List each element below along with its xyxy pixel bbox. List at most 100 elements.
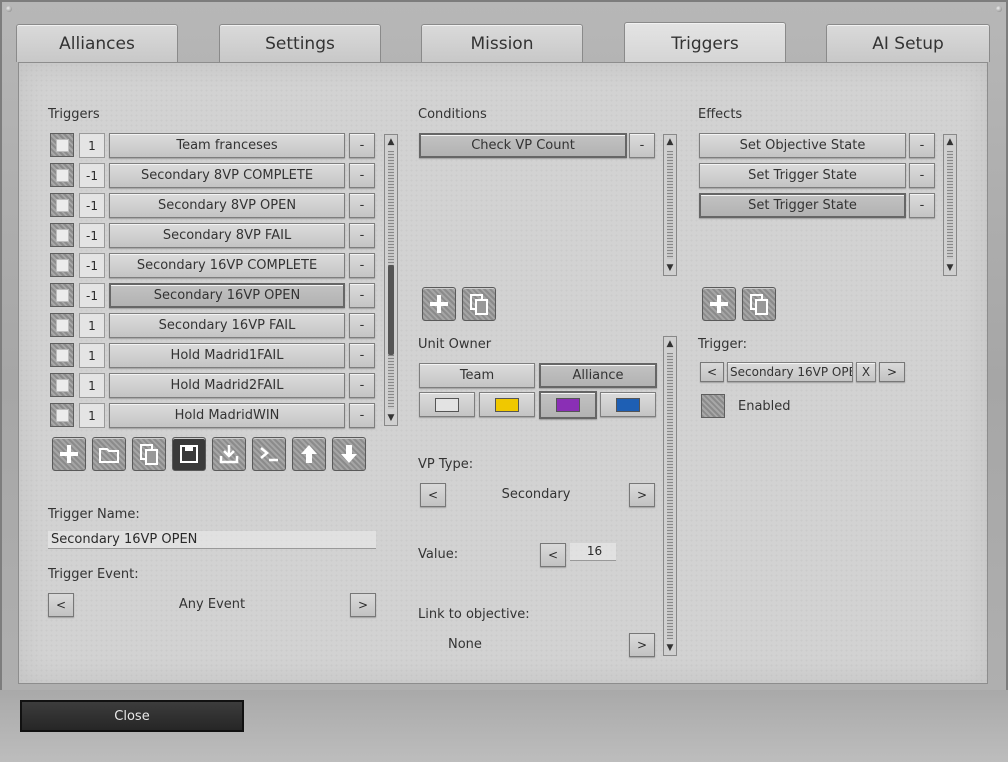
copy-effect-button[interactable] [742,287,776,321]
trigger-event-next-button[interactable]: > [350,593,376,617]
scroll-up-icon[interactable]: ▲ [385,136,397,148]
owner-team-button[interactable]: Team [419,363,535,388]
color-swatch-button[interactable] [539,391,597,419]
effect-trigger-prev-button[interactable]: < [700,362,724,382]
remove-effect-button[interactable]: - [909,193,935,218]
effect-item[interactable]: Set Objective State [699,133,906,158]
remove-condition-button[interactable]: - [629,133,655,158]
trigger-list-item[interactable]: Hold Madrid1FAIL [109,343,345,368]
value-decrease-button[interactable]: < [540,543,566,567]
save-trigger-button[interactable] [172,437,206,471]
trigger-checkbox[interactable] [50,373,74,397]
move-up-button[interactable] [292,437,326,471]
scroll-down-icon[interactable]: ▼ [664,642,676,654]
vp-type-prev-button[interactable]: < [420,483,446,507]
trigger-checkbox[interactable] [50,313,74,337]
effect-trigger-next-button[interactable]: > [879,362,905,382]
vp-type-next-button[interactable]: > [629,483,655,507]
trigger-checkbox[interactable] [50,343,74,367]
trigger-order-number[interactable]: 1 [79,373,105,398]
effect-item[interactable]: Set Trigger State [699,193,906,218]
close-button[interactable]: Close [20,700,244,732]
download-icon [219,445,239,464]
effects-scrollbar[interactable]: ▲ ▼ [943,134,957,276]
remove-effect-button[interactable]: - [909,133,935,158]
import-trigger-button[interactable] [212,437,246,471]
trigger-list-item[interactable]: Hold Madrid2FAIL [109,373,345,398]
remove-trigger-button[interactable]: - [349,163,375,188]
trigger-list-item[interactable]: Secondary 16VP OPEN [109,283,345,308]
remove-trigger-button[interactable]: - [349,313,375,338]
scroll-up-icon[interactable]: ▲ [664,136,676,148]
tab-mission[interactable]: Mission [421,24,583,62]
checkbox-box [55,408,69,422]
remove-trigger-button[interactable]: - [349,403,375,428]
condition-settings-scrollbar[interactable]: ▲ ▼ [663,336,677,656]
trigger-list-scrollbar[interactable]: ▲ ▼ [384,134,398,426]
add-trigger-button[interactable] [52,437,86,471]
enabled-checkbox[interactable] [701,394,725,418]
trigger-order-number[interactable]: -1 [79,223,105,248]
scroll-down-icon[interactable]: ▼ [385,412,397,424]
trigger-checkbox[interactable] [50,403,74,427]
trigger-list-item[interactable]: Secondary 8VP COMPLETE [109,163,345,188]
scroll-down-icon[interactable]: ▼ [664,262,676,274]
script-console-button[interactable] [252,437,286,471]
scroll-up-icon[interactable]: ▲ [944,136,956,148]
trigger-order-number[interactable]: -1 [79,253,105,278]
effect-trigger-value[interactable]: Secondary 16VP OPEN [727,362,853,382]
trigger-order-number[interactable]: -1 [79,193,105,218]
remove-trigger-button[interactable]: - [349,373,375,398]
trigger-order-number[interactable]: -1 [79,163,105,188]
remove-trigger-button[interactable]: - [349,133,375,158]
trigger-checkbox[interactable] [50,133,74,157]
scroll-up-icon[interactable]: ▲ [664,338,676,350]
trigger-list-item[interactable]: Secondary 16VP FAIL [109,313,345,338]
trigger-list-item[interactable]: Secondary 8VP FAIL [109,223,345,248]
trigger-order-number[interactable]: -1 [79,283,105,308]
tab-triggers[interactable]: Triggers [624,22,786,64]
scroll-down-icon[interactable]: ▼ [944,262,956,274]
scroll-thumb[interactable] [388,265,394,355]
copy-trigger-button[interactable] [132,437,166,471]
remove-trigger-button[interactable]: - [349,253,375,278]
remove-trigger-button[interactable]: - [349,223,375,248]
effect-item[interactable]: Set Trigger State [699,163,906,188]
trigger-checkbox[interactable] [50,163,74,187]
color-swatch-button[interactable] [479,392,535,417]
tab-ai-setup[interactable]: AI Setup [826,24,990,62]
trigger-checkbox[interactable] [50,253,74,277]
remove-trigger-button[interactable]: - [349,343,375,368]
trigger-event-prev-button[interactable]: < [48,593,74,617]
effect-trigger-clear-button[interactable]: X [856,362,876,382]
trigger-order-number[interactable]: 1 [79,133,105,158]
open-folder-button[interactable] [92,437,126,471]
conditions-scrollbar[interactable]: ▲ ▼ [663,134,677,276]
trigger-checkbox[interactable] [50,193,74,217]
condition-item[interactable]: Check VP Count [419,133,627,158]
value-input[interactable]: 16 [570,543,616,561]
trigger-order-number[interactable]: 1 [79,313,105,338]
remove-trigger-button[interactable]: - [349,193,375,218]
color-swatch-button[interactable] [419,392,475,417]
trigger-order-number[interactable]: 1 [79,343,105,368]
tab-alliances[interactable]: Alliances [16,24,178,62]
move-down-button[interactable] [332,437,366,471]
tab-settings[interactable]: Settings [219,24,381,62]
trigger-list-item[interactable]: Secondary 16VP COMPLETE [109,253,345,278]
link-objective-next-button[interactable]: > [629,633,655,657]
trigger-list-item[interactable]: Hold MadridWIN [109,403,345,428]
trigger-name-input[interactable]: Secondary 16VP OPEN [48,531,376,549]
trigger-order-number[interactable]: 1 [79,403,105,428]
copy-condition-button[interactable] [462,287,496,321]
add-condition-button[interactable] [422,287,456,321]
trigger-list-item[interactable]: Secondary 8VP OPEN [109,193,345,218]
trigger-checkbox[interactable] [50,223,74,247]
add-effect-button[interactable] [702,287,736,321]
color-swatch-button[interactable] [600,392,656,417]
trigger-list-item[interactable]: Team franceses [109,133,345,158]
owner-alliance-button[interactable]: Alliance [539,363,657,388]
remove-effect-button[interactable]: - [909,163,935,188]
remove-trigger-button[interactable]: - [349,283,375,308]
trigger-checkbox[interactable] [50,283,74,307]
